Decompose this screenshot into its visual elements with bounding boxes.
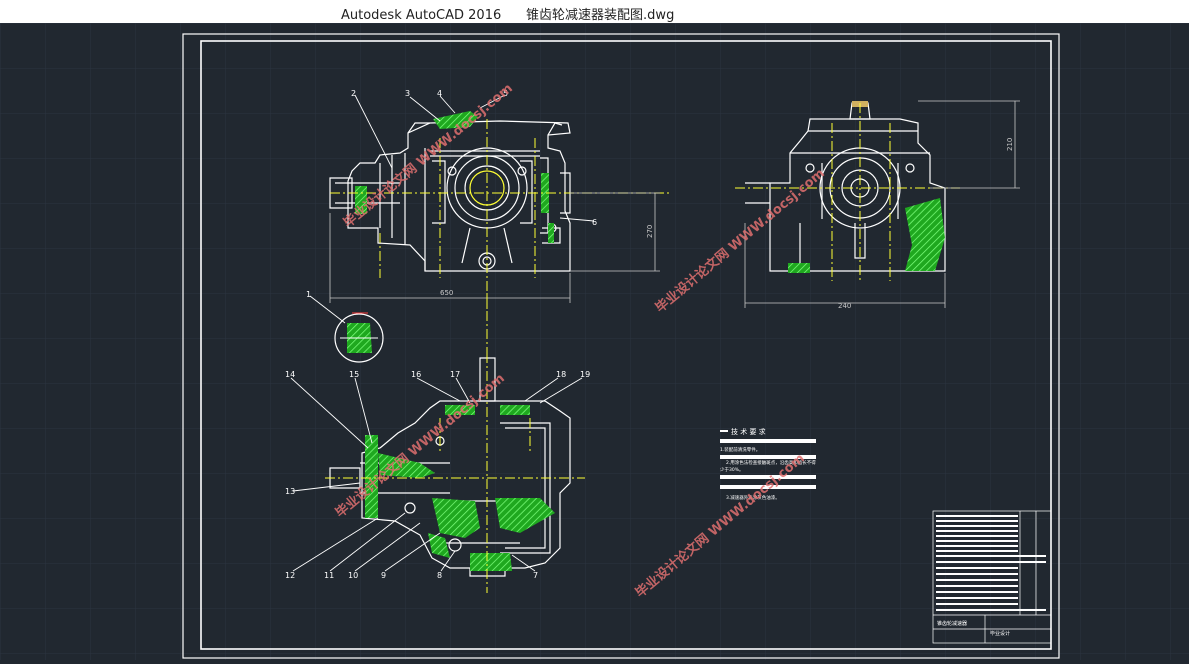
drawing-canvas[interactable]: 650 270 2 3 4 5 6 240 210 1 14 15 16 17 … [0, 23, 1189, 660]
dim-side-width: 240 [838, 302, 851, 310]
callout-1: 1 [306, 290, 311, 299]
tech-req-line-3: 少于30%。 [720, 467, 744, 473]
callout-11: 11 [324, 571, 334, 580]
window-title: Autodesk AutoCAD 2016 锥齿轮减速器装配图.dwg [341, 8, 675, 23]
dim-front-height: 270 [646, 225, 654, 238]
callout-9: 9 [381, 571, 386, 580]
tech-req-line-1: 1.装配前清洗零件。 [720, 446, 760, 453]
callout-6: 6 [592, 218, 597, 227]
callout-7: 7 [533, 571, 538, 580]
callout-4: 4 [437, 89, 442, 98]
callout-2: 2 [351, 89, 356, 98]
callout-12: 12 [285, 571, 295, 580]
callout-10: 10 [348, 571, 358, 580]
callout-14: 14 [285, 370, 295, 379]
callout-3: 3 [405, 89, 410, 98]
title-block-designer: 毕业设计 [990, 630, 1010, 637]
callout-18: 18 [556, 370, 566, 379]
tech-req-title: 技 术 要 求 [731, 427, 766, 436]
dim-side-height: 210 [1006, 138, 1014, 151]
callout-8: 8 [437, 571, 442, 580]
title-block-drawing-name: 锥齿轮减速器 [937, 620, 967, 627]
window-title-bar: Autodesk AutoCAD 2016 锥齿轮减速器装配图.dwg [0, 0, 1189, 23]
callout-19: 19 [580, 370, 590, 379]
dim-front-width: 650 [440, 289, 453, 297]
callout-13: 13 [285, 487, 295, 496]
callout-16: 16 [411, 370, 421, 379]
callout-17: 17 [450, 370, 460, 379]
callout-15: 15 [349, 370, 359, 379]
model-space-grid [0, 23, 1189, 660]
